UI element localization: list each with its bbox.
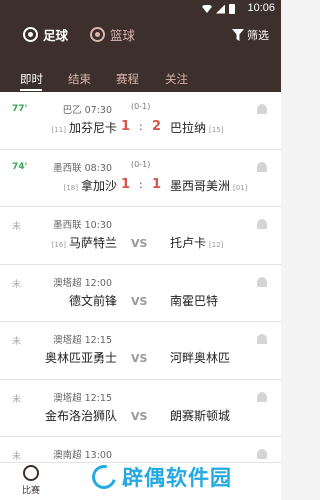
away-rank: [15] <box>209 126 224 134</box>
status-icons <box>202 4 235 14</box>
match-row[interactable]: 74' 墨西联 08:30 (0-1) [18] 拿加沙 1 : 1 墨西哥美洲… <box>0 149 281 207</box>
away-team-name: 托卢卡 <box>170 236 207 250</box>
vs-label: VS <box>131 409 148 423</box>
match-status: 未 <box>12 394 22 405</box>
match-status: 未 <box>12 222 22 232</box>
match-row[interactable]: 未 澳塔超 12:00 德文前锋 VS 南霍巴特 <box>0 264 281 322</box>
away-rank: [01] <box>233 183 248 192</box>
home-team: 德文前锋 <box>69 292 117 309</box>
match-row[interactable]: 未 澳塔超 12:15 奥林匹亚勇士 VS 河畔奥林匹 <box>0 322 281 380</box>
match-minute: 77' <box>12 104 28 114</box>
score-separator: : <box>139 120 143 133</box>
home-team: 奥林匹亚勇士 <box>45 349 117 366</box>
league-time: 澳塔超 12:00 <box>53 277 112 289</box>
away-rank: [12] <box>209 241 224 249</box>
status-time: 10:06 <box>247 2 275 14</box>
filter-label: 筛选 <box>247 29 269 42</box>
sport-tab-basketball[interactable]: 篮球 <box>90 25 135 44</box>
league-time: 墨西联 10:30 <box>53 220 112 231</box>
away-team: 朗赛斯顿城 <box>170 407 230 424</box>
halftime-score: (0-1) <box>131 159 151 169</box>
home-rank: [16] <box>51 241 66 249</box>
match-row[interactable]: 未 澳南超 13:00 <box>0 437 281 462</box>
home-score: 1 <box>121 119 131 134</box>
league-time: 巴乙 07:30 <box>62 105 112 116</box>
battery-icon <box>229 4 235 14</box>
halftime-score: (0-1) <box>131 102 151 111</box>
match-status: 未 <box>12 452 22 462</box>
match-minute: 74' <box>12 161 28 172</box>
away-team-name: 墨西哥美洲 <box>170 178 231 193</box>
nav-item-matches[interactable]: 比赛 <box>22 465 40 496</box>
away-team: 南霍巴特 <box>170 292 218 309</box>
active-tab-indicator <box>20 89 42 91</box>
away-team: 墨西哥美洲 [01] <box>170 177 247 194</box>
sport-tab-label: 篮球 <box>110 28 136 43</box>
away-score: 2 <box>152 119 162 134</box>
bell-icon[interactable] <box>257 391 267 402</box>
tab-schedule[interactable]: 赛程 <box>116 71 139 87</box>
league-time: 澳塔超 12:15 <box>53 392 112 404</box>
away-team: 巴拉纳 [15] <box>170 119 223 136</box>
soccer-ball-icon <box>23 27 38 42</box>
app-header: 足球 篮球 筛选 <box>0 18 281 54</box>
home-team-name: 拿加沙 <box>80 178 117 193</box>
home-team-name: 德文前锋 <box>68 293 117 308</box>
vs-label: VS <box>131 294 148 308</box>
league-time: 澳南超 13:00 <box>53 450 112 461</box>
watermark-logo-icon <box>87 460 121 494</box>
away-score: 1 <box>152 176 162 192</box>
vs-label: VS <box>131 352 148 365</box>
wifi-icon <box>202 5 212 13</box>
nav-label: 比赛 <box>22 486 41 496</box>
home-rank: [18] <box>63 183 78 192</box>
status-bar: 10:06 <box>0 0 281 18</box>
signal-icon <box>216 4 225 14</box>
home-team: [11] 加芬尼卡 <box>52 119 117 136</box>
home-rank: [11] <box>51 126 66 134</box>
league-time: 澳塔超 12:15 <box>53 335 112 346</box>
home-team-name: 奥林匹亚勇士 <box>44 351 117 365</box>
home-team: 金布洛治狮队 <box>45 407 117 424</box>
league-time: 墨西联 08:30 <box>53 162 112 174</box>
match-tabs: 即时 结束 赛程 关注 <box>0 54 281 92</box>
soccer-ball-icon <box>23 465 39 481</box>
sport-tab-football[interactable]: 足球 <box>23 25 68 44</box>
vs-label: VS <box>131 237 148 250</box>
watermark: 辟偶软件园 <box>87 460 232 494</box>
away-team-name: 河畔奥林匹 <box>170 351 231 365</box>
home-score: 1 <box>121 176 131 192</box>
match-status: 未 <box>12 279 22 290</box>
tab-live[interactable]: 即时 <box>20 71 43 87</box>
filter-button[interactable]: 筛选 <box>232 27 269 43</box>
score-separator: : <box>139 177 143 191</box>
bell-icon[interactable] <box>257 334 267 344</box>
bell-icon[interactable] <box>257 161 267 172</box>
bell-icon[interactable] <box>257 276 267 287</box>
home-team-name: 加芬尼卡 <box>68 121 117 135</box>
home-team-name: 金布洛治狮队 <box>44 408 117 423</box>
bell-icon[interactable] <box>257 104 267 114</box>
match-status: 未 <box>12 337 22 347</box>
bell-icon[interactable] <box>257 219 267 229</box>
away-team-name: 朗赛斯顿城 <box>170 408 231 423</box>
watermark-text: 辟偶软件园 <box>122 466 232 490</box>
match-list: 77' 巴乙 07:30 (0-1) [11] 加芬尼卡 1 : 2 巴拉纳 [… <box>0 92 281 462</box>
match-row[interactable]: 77' 巴乙 07:30 (0-1) [11] 加芬尼卡 1 : 2 巴拉纳 [… <box>0 92 281 150</box>
away-team-name: 南霍巴特 <box>170 293 219 308</box>
tab-finished[interactable]: 结束 <box>68 71 91 87</box>
match-row[interactable]: 未 墨西联 10:30 [16] 马萨特兰 VS 托卢卡 [12] <box>0 207 281 265</box>
home-team: [16] 马萨特兰 <box>52 234 117 251</box>
away-team: 托卢卡 [12] <box>170 234 223 251</box>
away-team: 河畔奥林匹 <box>170 349 230 366</box>
sport-tab-label: 足球 <box>43 28 69 43</box>
home-team-name: 马萨特兰 <box>68 236 117 250</box>
tab-followed[interactable]: 关注 <box>165 71 188 87</box>
away-team-name: 巴拉纳 <box>170 121 207 135</box>
filter-icon <box>232 29 244 41</box>
home-team: [18] 拿加沙 <box>64 177 117 194</box>
match-row[interactable]: 未 澳塔超 12:15 金布洛治狮队 VS 朗赛斯顿城 <box>0 379 281 437</box>
basketball-icon <box>90 27 105 42</box>
bell-icon[interactable] <box>257 449 267 459</box>
